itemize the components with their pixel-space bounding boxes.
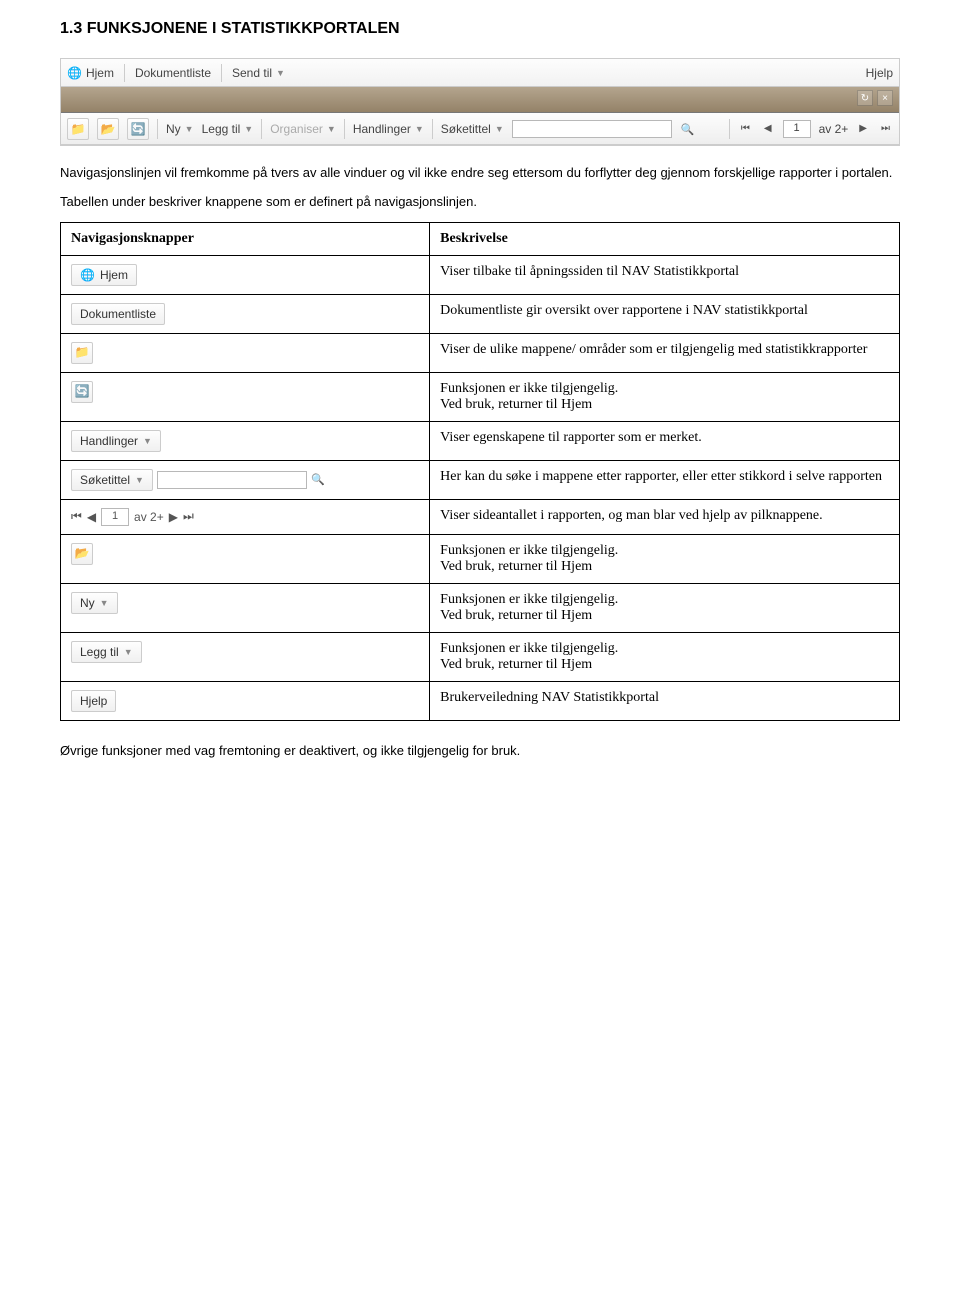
chip-folder-icon[interactable] — [71, 342, 93, 364]
chip-legg-til[interactable]: Legg til ▼ — [71, 641, 142, 663]
page-last-icon[interactable]: ⏭ — [183, 509, 194, 524]
chip-ny[interactable]: Ny ▼ — [71, 592, 118, 614]
page-total-label: av 2+ — [819, 122, 849, 136]
table-header-right: Beskrivelse — [430, 222, 900, 255]
table-desc: Her kan du søke i mappene etter rapporte… — [430, 460, 900, 499]
globe-icon — [80, 268, 95, 282]
table-desc: Funksjonen er ikke tilgjengelig.Ved bruk… — [430, 632, 900, 681]
toolbar-screenshot: Hjem Dokumentliste Send til ▼ Hjelp ↻ × — [60, 58, 900, 146]
table-desc: Viser egenskapene til rapporter som er m… — [430, 421, 900, 460]
top-send-til-label: Send til — [232, 66, 272, 80]
chevron-down-icon: ▼ — [415, 124, 424, 134]
chip-pager[interactable]: ⏮ ◀ 1 av 2+ ▶ ⏭ — [71, 508, 194, 526]
chip-hjem[interactable]: Hjem — [71, 264, 137, 286]
globe-icon — [67, 66, 82, 80]
table-desc: Brukerveiledning NAV Statistikkportal — [430, 681, 900, 720]
footer-paragraph: Øvrige funksjoner med vag fremtoning er … — [60, 743, 900, 758]
table-header-left: Navigasjonsknapper — [61, 222, 430, 255]
table-desc: Dokumentliste gir oversikt over rapporte… — [430, 294, 900, 333]
table-desc: Viser tilbake til åpningssiden til NAV S… — [430, 255, 900, 294]
chevron-down-icon: ▼ — [185, 124, 194, 134]
bottom-ny-label: Ny — [166, 122, 181, 136]
chevron-down-icon: ▼ — [244, 124, 253, 134]
nav-buttons-table: Navigasjonsknapper Beskrivelse Hjem Vise… — [60, 222, 900, 721]
bottom-organiser-label: Organiser — [270, 122, 323, 136]
search-icon[interactable] — [680, 121, 696, 137]
folder-blue-icon[interactable] — [97, 118, 119, 140]
table-desc: Funksjonen er ikke tilgjengelig.Ved bruk… — [430, 372, 900, 421]
search-input[interactable] — [157, 471, 307, 489]
table-desc: Funksjonen er ikke tilgjengelig.Ved bruk… — [430, 534, 900, 583]
page-prev-icon[interactable]: ◀ — [87, 510, 96, 524]
top-hjem-label: Hjem — [86, 66, 114, 80]
top-hjelp-label: Hjelp — [866, 66, 893, 80]
page-input[interactable]: 1 — [783, 120, 811, 138]
chevron-down-icon: ▼ — [143, 436, 152, 446]
table-desc: Viser de ulike mappene/ områder som er t… — [430, 333, 900, 372]
chip-handlinger[interactable]: Handlinger ▼ — [71, 430, 161, 452]
chevron-down-icon: ▼ — [135, 475, 144, 485]
chip-dokumentliste[interactable]: Dokumentliste — [71, 303, 165, 325]
bottom-soketittel[interactable]: Søketittel ▼ — [441, 122, 504, 136]
page-next-icon[interactable]: ▶ — [856, 123, 870, 134]
bottom-organiser: Organiser ▼ — [270, 122, 336, 136]
bottom-soketittel-label: Søketittel — [441, 122, 491, 136]
top-hjem[interactable]: Hjem — [67, 66, 114, 80]
top-hjelp[interactable]: Hjelp — [866, 66, 893, 80]
top-dokumentliste-label: Dokumentliste — [135, 66, 211, 80]
chip-legg-til-label: Legg til — [80, 645, 119, 659]
table-desc: Funksjonen er ikke tilgjengelig.Ved bruk… — [430, 583, 900, 632]
table-desc: Viser sideantallet i rapporten, og man b… — [430, 499, 900, 534]
chevron-down-icon: ▼ — [100, 598, 109, 608]
section-heading: 1.3 FUNKSJONENE I STATISTIKKPORTALEN — [60, 20, 900, 38]
page-total-label: av 2+ — [134, 510, 164, 524]
chevron-down-icon: ▼ — [276, 68, 285, 78]
chip-refresh-icon[interactable] — [71, 381, 93, 403]
chevron-down-icon: ▼ — [327, 124, 336, 134]
intro-paragraph-1: Navigasjonslinjen vil fremkomme på tvers… — [60, 164, 900, 183]
toolbar-bottom: Ny ▼ Legg til ▼ Organiser ▼ Handlinger ▼… — [61, 113, 899, 145]
top-send-til[interactable]: Send til ▼ — [232, 66, 285, 80]
page-next-icon[interactable]: ▶ — [169, 510, 178, 524]
bottom-legg-til-label: Legg til — [202, 122, 241, 136]
page-prev-icon[interactable]: ◀ — [761, 123, 775, 134]
bottom-handlinger-label: Handlinger — [353, 122, 411, 136]
close-mini-icon[interactable]: × — [877, 90, 893, 106]
top-dokumentliste[interactable]: Dokumentliste — [135, 66, 211, 80]
page-first-icon[interactable]: ⏮ — [71, 509, 82, 524]
intro-paragraph-2: Tabellen under beskriver knappene som er… — [60, 193, 900, 212]
chip-handlinger-label: Handlinger — [80, 434, 138, 448]
bottom-ny[interactable]: Ny ▼ — [166, 122, 194, 136]
chevron-down-icon: ▼ — [124, 647, 133, 657]
search-input[interactable] — [512, 120, 672, 138]
chip-folder-blue-icon[interactable] — [71, 543, 93, 565]
toolbar-top: Hjem Dokumentliste Send til ▼ Hjelp — [61, 59, 899, 87]
search-icon[interactable] — [311, 472, 325, 488]
chip-hjelp[interactable]: Hjelp — [71, 690, 116, 712]
page-last-icon[interactable]: ⏭ — [878, 123, 893, 134]
page-input[interactable]: 1 — [101, 508, 129, 526]
bottom-handlinger[interactable]: Handlinger ▼ — [353, 122, 424, 136]
folder-yellow-icon[interactable] — [67, 118, 89, 140]
chip-dokumentliste-label: Dokumentliste — [80, 307, 156, 321]
chip-soketittel-label: Søketittel — [80, 473, 130, 487]
page-first-icon[interactable]: ⏮ — [738, 123, 753, 134]
chip-soketittel[interactable]: Søketittel ▼ — [71, 469, 153, 491]
chip-hjelp-label: Hjelp — [80, 694, 107, 708]
bottom-legg-til[interactable]: Legg til ▼ — [202, 122, 254, 136]
chevron-down-icon: ▼ — [495, 124, 504, 134]
chip-hjem-label: Hjem — [100, 268, 128, 282]
chip-ny-label: Ny — [80, 596, 95, 610]
refresh-icon[interactable] — [127, 118, 149, 140]
toolbar-middle-bar: ↻ × — [61, 87, 899, 113]
refresh-mini-icon[interactable]: ↻ — [857, 90, 873, 106]
